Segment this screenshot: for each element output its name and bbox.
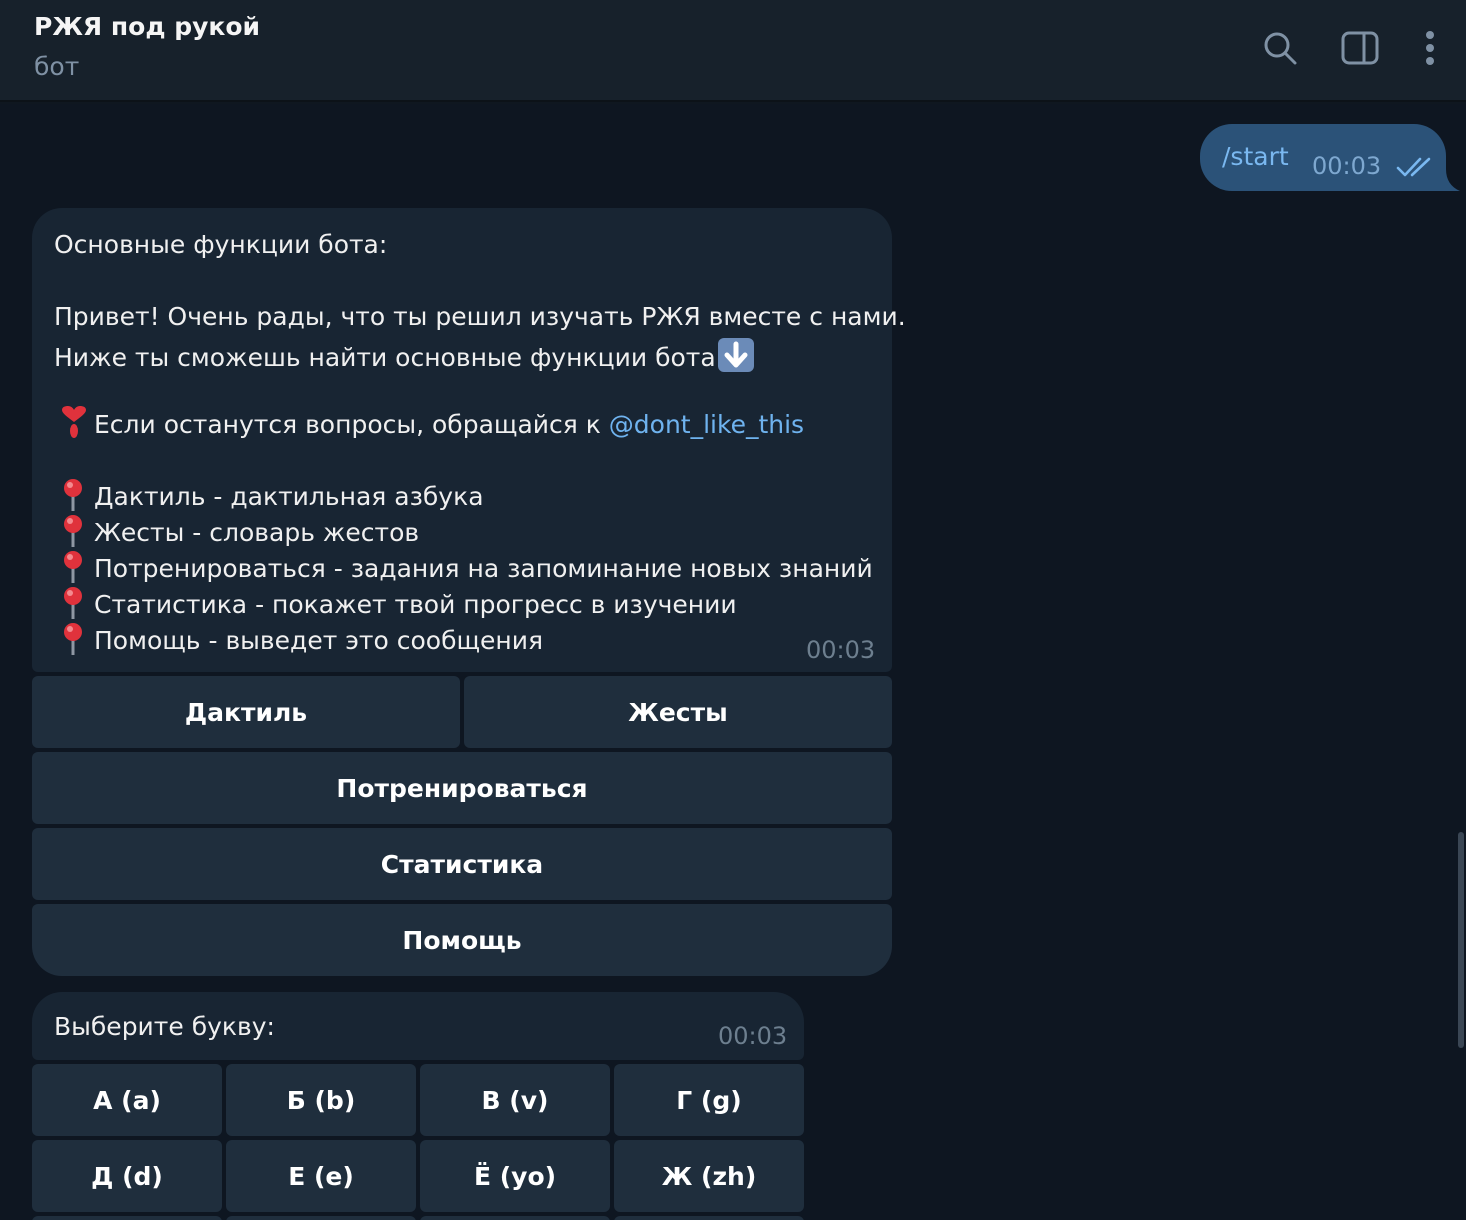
dactyl-button[interactable]: Дактиль bbox=[32, 676, 460, 748]
chat-subtitle: бот bbox=[34, 52, 80, 81]
outgoing-message[interactable]: /start 00:03 bbox=[1200, 124, 1446, 191]
message-text[interactable]: /start bbox=[1222, 142, 1289, 171]
round-pushpin-icon bbox=[64, 515, 82, 547]
round-pushpin-icon bbox=[64, 587, 82, 619]
round-pushpin-icon bbox=[64, 479, 82, 511]
message-time: 00:03 bbox=[718, 1022, 788, 1050]
scrollbar[interactable] bbox=[1458, 832, 1464, 1048]
stats-button[interactable]: Статистика bbox=[32, 828, 892, 900]
message-greeting-line2: Ниже ты сможешь найти основные функции б… bbox=[54, 338, 754, 372]
round-pushpin-icon bbox=[64, 551, 82, 583]
incoming-message[interactable]: Выберите букву: 00:03 bbox=[32, 992, 804, 1060]
feature-item: Потренироваться - задания на запоминание… bbox=[94, 554, 873, 583]
feature-item: Статистика - покажет твой прогресс в изу… bbox=[94, 590, 737, 619]
more-vertical-icon[interactable] bbox=[1410, 28, 1450, 68]
incoming-message[interactable]: Основные функции бота: Привет! Очень рад… bbox=[32, 208, 906, 672]
sidebar-toggle-icon[interactable] bbox=[1340, 28, 1380, 68]
message-time: 00:03 bbox=[806, 636, 876, 664]
practice-button[interactable]: Потренироваться bbox=[32, 752, 892, 824]
search-icon[interactable] bbox=[1260, 28, 1300, 68]
contact-text: Если останутся вопросы, обращайся к bbox=[94, 410, 609, 439]
letter-button-partial[interactable] bbox=[420, 1216, 610, 1220]
feature-item: Помощь - выведет это сообщения bbox=[94, 626, 544, 655]
letter-button[interactable]: Е (e) bbox=[226, 1140, 416, 1212]
contact-line: Если останутся вопросы, обращайся к @don… bbox=[94, 410, 804, 439]
message-text: Выберите букву: bbox=[54, 1012, 275, 1041]
letter-button[interactable]: Г (g) bbox=[614, 1064, 804, 1136]
feature-item: Дактиль - дактильная азбука bbox=[94, 482, 484, 511]
letter-button[interactable]: Б (b) bbox=[226, 1064, 416, 1136]
letter-button[interactable]: Ж (zh) bbox=[614, 1140, 804, 1212]
help-button[interactable]: Помощь bbox=[32, 904, 892, 976]
letter-button-partial[interactable] bbox=[614, 1216, 804, 1220]
letter-button[interactable]: А (a) bbox=[32, 1064, 222, 1136]
double-check-icon bbox=[1396, 156, 1434, 182]
down-arrow-icon bbox=[717, 338, 754, 372]
message-list[interactable]: /start 00:03 Основные функции бота: Прив… bbox=[0, 104, 1466, 1220]
bubble-tail bbox=[1434, 169, 1460, 191]
letter-button[interactable]: В (v) bbox=[420, 1064, 610, 1136]
letter-button[interactable]: Ё (yo) bbox=[420, 1140, 610, 1212]
feature-item: Жесты - словарь жестов bbox=[94, 518, 420, 547]
round-pushpin-icon bbox=[64, 623, 82, 655]
message-heading: Основные функции бота: bbox=[54, 230, 388, 259]
message-greeting-line1: Привет! Очень рады, что ты решил изучать… bbox=[54, 302, 906, 331]
greeting-text: Ниже ты сможешь найти основные функции б… bbox=[54, 343, 716, 372]
contact-link[interactable]: @dont_like_this bbox=[609, 410, 804, 439]
chat-header: РЖЯ под рукой бот bbox=[0, 0, 1466, 102]
chat-title[interactable]: РЖЯ под рукой bbox=[34, 12, 260, 41]
letter-button-partial[interactable] bbox=[226, 1216, 416, 1220]
message-time: 00:03 bbox=[1312, 152, 1382, 180]
heart-exclamation-icon bbox=[62, 406, 86, 438]
letter-button[interactable]: Д (d) bbox=[32, 1140, 222, 1212]
telegram-window: РЖЯ под рукой бот /start 00:03 Основные … bbox=[0, 0, 1466, 1220]
gestures-button[interactable]: Жесты bbox=[464, 676, 892, 748]
letter-button-partial[interactable] bbox=[32, 1216, 222, 1220]
